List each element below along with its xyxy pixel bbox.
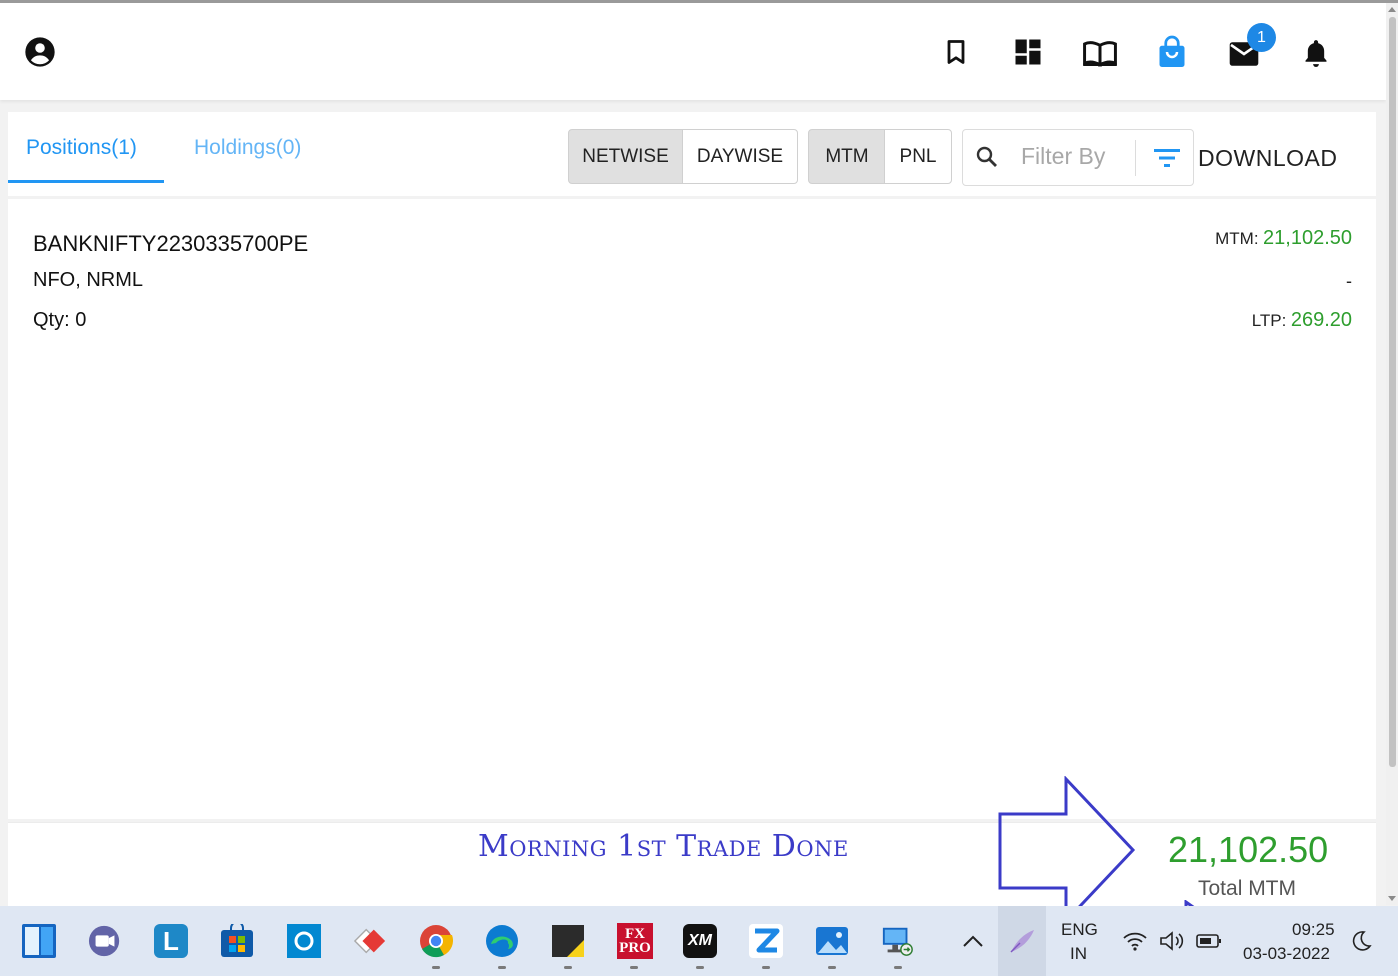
photos-icon[interactable] (815, 924, 849, 958)
account-circle-icon[interactable] (24, 36, 56, 68)
filter-placeholder: Filter By (1021, 143, 1106, 169)
annotation-text: Morning 1st Trade Done (478, 829, 849, 864)
chrome-icon[interactable] (419, 924, 453, 958)
cortana-icon[interactable] (287, 924, 321, 958)
chevron-up-icon[interactable] (962, 934, 984, 948)
scrollbar-thumb[interactable] (1389, 17, 1396, 767)
total-mtm-value: 21,102.50 (1168, 829, 1329, 870)
search-icon (976, 146, 997, 167)
focus-moon-icon[interactable] (1350, 930, 1372, 952)
positions-toolbar: Positions(1) Holdings(0) NETWISE DAYWISE… (8, 112, 1376, 196)
position-exchange-product: NFO, NRML (33, 269, 143, 291)
ltp-label: LTP: (1251, 311, 1287, 330)
ltp-value: 269.20 (1290, 309, 1352, 331)
running-indicator (564, 966, 572, 969)
mtm-label: MTM: (1215, 229, 1259, 248)
running-indicator (894, 966, 902, 969)
tab-holdings[interactable]: Holdings(0) (194, 136, 301, 160)
edge-icon[interactable] (485, 924, 519, 958)
region-label[interactable]: IN (1070, 944, 1087, 964)
language-label[interactable]: ENG (1061, 920, 1098, 940)
clock-date[interactable]: 03-03-2022 (1243, 944, 1330, 964)
app-header: 1 (0, 3, 1386, 100)
running-indicator (432, 966, 440, 969)
running-indicator (762, 966, 770, 969)
position-ltp: LTP: 269.20 (1252, 309, 1352, 332)
qty-value: 0 (75, 309, 87, 331)
book-icon[interactable] (1082, 38, 1118, 68)
total-mtm-label: Total MTM (1198, 877, 1297, 900)
filter-input[interactable]: Filter By (962, 129, 1194, 186)
running-indicator (498, 966, 506, 969)
remote-desktop-icon[interactable] (881, 924, 915, 958)
filter-icon[interactable] (1153, 147, 1181, 169)
bookmark-icon[interactable] (942, 37, 970, 67)
bell-icon[interactable] (1302, 37, 1330, 69)
mtm-value: 21,102.50 (1263, 227, 1352, 249)
running-indicator (630, 966, 638, 969)
teams-chat-icon[interactable] (88, 924, 122, 958)
pen-icon[interactable] (1008, 928, 1036, 954)
red-diamond-app-icon[interactable] (353, 924, 387, 958)
filter-divider (1135, 140, 1136, 176)
pen-tray-area (998, 906, 1046, 976)
wifi-icon[interactable] (1122, 930, 1148, 952)
xm-icon[interactable]: XM (683, 924, 717, 958)
running-indicator (696, 966, 704, 969)
zerodha-icon[interactable] (749, 924, 783, 958)
position-change-placeholder: - (1346, 271, 1352, 291)
shopping-bag-icon[interactable] (1157, 35, 1187, 69)
mail-count-badge: 1 (1247, 23, 1276, 52)
pnl-button[interactable]: PNL (884, 129, 952, 184)
daywise-button[interactable]: DAYWISE (682, 129, 798, 184)
dashboard-icon[interactable] (1013, 37, 1043, 67)
active-tab-indicator (8, 180, 164, 183)
positions-list: BANKNIFTY2230335700PE NFO, NRML Qty: 0 M… (8, 199, 1376, 819)
scroll-down-icon[interactable] (1388, 896, 1396, 901)
qty-label: Qty: (33, 309, 70, 331)
position-mtm: MTM: 21,102.50 (1215, 227, 1352, 250)
fxpro-icon[interactable]: FX PRO (617, 923, 653, 959)
windows-start-icon[interactable] (22, 924, 56, 958)
tab-positions[interactable]: Positions(1) (26, 136, 137, 160)
position-symbol[interactable]: BANKNIFTY2230335700PE (33, 231, 308, 257)
volume-icon[interactable] (1158, 930, 1186, 952)
battery-icon[interactable] (1196, 932, 1222, 950)
clock-time[interactable]: 09:25 (1292, 920, 1335, 940)
mtm-button[interactable]: MTM (808, 129, 886, 184)
l-app-icon[interactable]: L (154, 924, 188, 958)
microsoft-store-icon[interactable] (220, 924, 254, 958)
scroll-up-icon[interactable] (1388, 7, 1396, 12)
position-qty: Qty: 0 (33, 309, 86, 332)
running-indicator (828, 966, 836, 969)
annotation-arrow-right-icon (998, 776, 1136, 924)
scrollbar[interactable] (1386, 3, 1398, 905)
total-mtm-footer: Morning 1st Trade Done 21,102.50 Total M… (8, 822, 1376, 907)
netwise-button[interactable]: NETWISE (568, 129, 683, 184)
download-button[interactable]: DOWNLOAD (1198, 145, 1337, 172)
sticky-notes-icon[interactable] (551, 924, 585, 958)
windows-taskbar: L FX PRO XM ENG IN 09:25 03-03-2022 (0, 906, 1398, 976)
